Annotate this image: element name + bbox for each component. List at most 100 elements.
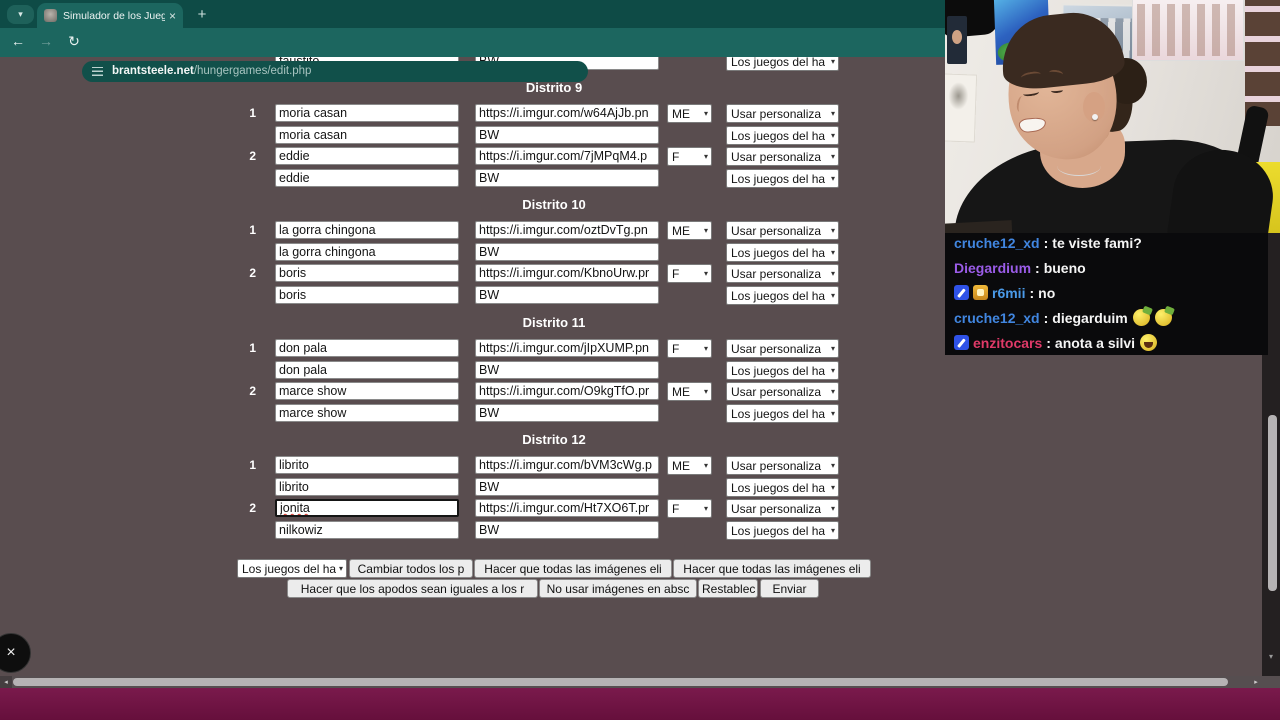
tribute-image-url-input[interactable] xyxy=(475,104,659,122)
horizontal-scrollbar-thumb[interactable] xyxy=(13,678,1228,686)
chat-username[interactable]: Diegardium xyxy=(954,260,1031,276)
tribute-game-select[interactable]: Los juegos del ha ▾ xyxy=(726,57,839,71)
footer-game-select-value: Los juegos del ha xyxy=(242,561,337,576)
district-title: Distrito 11 xyxy=(522,315,586,330)
tribute-image-url-input[interactable] xyxy=(475,339,659,357)
site-settings-icon[interactable] xyxy=(92,66,103,76)
footer-button[interactable]: No usar imágenes en absc xyxy=(539,579,697,598)
tribute-gender-select-value: ME xyxy=(672,384,690,399)
tribute-bw-input[interactable] xyxy=(475,243,659,261)
footer-button[interactable]: Hacer que todas las imágenes eli xyxy=(673,559,871,578)
forward-button[interactable]: → xyxy=(36,33,56,49)
tribute-game-select-value: Los juegos del ha xyxy=(731,128,826,143)
submit-button[interactable]: Enviar xyxy=(760,579,819,598)
tribute-name-input[interactable] xyxy=(275,147,459,165)
tribute-gender-select[interactable]: ME ▾ xyxy=(667,456,712,475)
tribute-game-select-value: Los juegos del ha xyxy=(731,406,826,421)
reset-button[interactable]: Restablec xyxy=(698,579,758,598)
tribute-nickname-input[interactable] xyxy=(275,243,459,261)
chat-username[interactable]: r6mii xyxy=(992,285,1025,301)
tribute-nickname-input[interactable] xyxy=(275,126,459,144)
tribute-bw-input[interactable] xyxy=(475,286,659,304)
chevron-down-icon: ▾ xyxy=(830,291,835,300)
tribute-image-url-input[interactable] xyxy=(475,147,659,165)
tribute-nickname-input[interactable] xyxy=(275,521,459,539)
tribute-game-select-value: Los juegos del ha xyxy=(731,480,826,495)
back-button[interactable]: ← xyxy=(8,33,28,49)
footer-button[interactable]: Hacer que los apodos sean iguales a los … xyxy=(287,579,538,598)
tribute-nickname-input[interactable] xyxy=(275,404,459,422)
tribute-gender-select[interactable]: F ▾ xyxy=(667,339,712,358)
tribute-gender-select[interactable]: ME ▾ xyxy=(667,382,712,401)
tribute-gender-select[interactable]: F ▾ xyxy=(667,147,712,166)
tribute-game-select[interactable]: Los juegos del ha ▾ xyxy=(726,169,839,188)
vertical-scrollbar-thumb[interactable] xyxy=(1268,415,1277,591)
plus-icon: + xyxy=(197,5,207,23)
tribute-name-input[interactable] xyxy=(275,456,459,474)
horizontal-scrollbar[interactable]: ◂ ▸ xyxy=(0,676,1280,688)
address-bar[interactable]: brantsteele.net /hungergames/edit.php xyxy=(82,60,588,82)
tribute-gender-select[interactable]: ME ▾ xyxy=(667,221,712,240)
close-icon: × xyxy=(6,644,16,661)
chat-username[interactable]: cruche12_xd xyxy=(954,310,1040,326)
scroll-down-arrow-icon[interactable]: ▾ xyxy=(1262,652,1280,661)
footer-game-select[interactable]: Los juegos del ha ▾ xyxy=(237,559,347,578)
tribute-game-select[interactable]: Los juegos del ha ▾ xyxy=(726,126,839,145)
tribute-image-mode-select[interactable]: Usar personaliza ▾ xyxy=(726,264,839,283)
reload-button[interactable]: ↻ xyxy=(64,33,84,50)
scroll-right-arrow-icon[interactable]: ▸ xyxy=(1250,676,1262,688)
tribute-bw-input[interactable] xyxy=(475,126,659,144)
tribute-nickname-input[interactable] xyxy=(275,169,459,187)
gift-badge-icon xyxy=(973,285,988,300)
tribute-image-mode-select[interactable]: Usar personaliza ▾ xyxy=(726,147,839,166)
scroll-left-arrow-icon[interactable]: ◂ xyxy=(0,676,12,688)
tribute-name-input[interactable] xyxy=(275,382,459,400)
tribute-image-url-input[interactable] xyxy=(475,221,659,239)
tribute-name-input[interactable] xyxy=(275,499,459,517)
chat-username[interactable]: enzitocars xyxy=(973,335,1042,351)
footer-button[interactable]: Hacer que todas las imágenes eli xyxy=(474,559,672,578)
tab-search-button[interactable]: ▾ xyxy=(7,5,34,24)
tribute-name-input[interactable] xyxy=(275,221,459,239)
tribute-gender-select[interactable]: F ▾ xyxy=(667,499,712,518)
tribute-game-select[interactable]: Los juegos del ha ▾ xyxy=(726,404,839,423)
tribute-game-select[interactable]: Los juegos del ha ▾ xyxy=(726,286,839,305)
tribute-bw-input[interactable] xyxy=(475,478,659,496)
tribute-nickname-input[interactable] xyxy=(275,478,459,496)
tab-close-icon[interactable]: × xyxy=(169,9,176,23)
tribute-name-input[interactable] xyxy=(275,104,459,122)
chevron-down-icon: ▾ xyxy=(830,174,835,183)
tribute-bw-input[interactable] xyxy=(475,404,659,422)
tribute-gender-select[interactable]: F ▾ xyxy=(667,264,712,283)
tribute-image-mode-select[interactable]: Usar personaliza ▾ xyxy=(726,382,839,401)
tribute-bw-input[interactable] xyxy=(475,169,659,187)
tribute-game-select[interactable]: Los juegos del ha ▾ xyxy=(726,478,839,497)
footer-button[interactable]: Cambiar todos los p xyxy=(349,559,473,578)
tribute-image-mode-select[interactable]: Usar personaliza ▾ xyxy=(726,104,839,123)
tribute-image-mode-select[interactable]: Usar personaliza ▾ xyxy=(726,221,839,240)
tribute-image-mode-select[interactable]: Usar personaliza ▾ xyxy=(726,499,839,518)
tribute-image-mode-select[interactable]: Usar personaliza ▾ xyxy=(726,339,839,358)
tribute-gender-select[interactable]: ME ▾ xyxy=(667,104,712,123)
tribute-image-url-input[interactable] xyxy=(475,499,659,517)
tribute-image-url-input[interactable] xyxy=(475,382,659,400)
tribute-nickname-input[interactable] xyxy=(275,286,459,304)
wall-sketch-paper xyxy=(945,73,978,143)
tribute-image-url-input[interactable] xyxy=(475,456,659,474)
tribute-game-select[interactable]: Los juegos del ha ▾ xyxy=(726,243,839,262)
browser-tab[interactable]: Simulador de los Juegos del Ha × xyxy=(37,3,183,28)
tribute-name-input[interactable] xyxy=(275,264,459,282)
chat-username[interactable]: cruche12_xd xyxy=(954,235,1040,251)
chevron-down-icon: ▾ xyxy=(830,109,835,118)
tribute-name-input[interactable] xyxy=(275,339,459,357)
tribute-game-select[interactable]: Los juegos del ha ▾ xyxy=(726,361,839,380)
tribute-bw-input[interactable] xyxy=(475,521,659,539)
tribute-game-select[interactable]: Los juegos del ha ▾ xyxy=(726,521,839,540)
tribute-image-url-input[interactable] xyxy=(475,264,659,282)
new-tab-button[interactable]: + xyxy=(192,4,212,24)
tribute-image-mode-select[interactable]: Usar personaliza ▾ xyxy=(726,456,839,475)
tribute-bw-input[interactable] xyxy=(475,361,659,379)
tribute-nickname-input[interactable] xyxy=(275,361,459,379)
tribute-gender-select-value: ME xyxy=(672,458,690,473)
district-title: Distrito 12 xyxy=(522,432,586,447)
